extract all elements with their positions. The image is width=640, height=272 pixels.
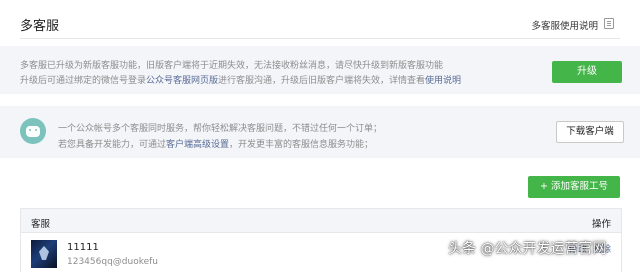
- notice-text-line1: 多客服已升级为新版客服功能，旧版客户端将于近期失效，无法接收粉丝消息，请尽快升级…: [20, 61, 444, 71]
- robot-face-icon: [26, 126, 40, 137]
- upgrade-notice: 多客服已升级为新版客服功能，旧版客户端将于近期失效，无法接收粉丝消息，请尽快升级…: [0, 46, 640, 94]
- watermark: 头条 @公众开发运营官网: [448, 241, 607, 257]
- notice-text-line2: 升级后可通过绑定的微信号登录公众号客服网页版进行客服沟通，升级后旧版客户端将失效…: [20, 73, 461, 86]
- usage-instructions-link[interactable]: 使用说明: [425, 76, 461, 86]
- column-header-actions: 操作: [591, 219, 611, 230]
- add-agent-button[interactable]: + 添加客服工号: [528, 176, 620, 198]
- column-header-agent: 客服: [31, 219, 51, 230]
- notice-text-middle: 进行客服沟通，升级后旧版客户端将失效，详情查看: [218, 76, 426, 86]
- header-divider: [20, 38, 620, 39]
- promo-text-line1: 一个公众帐号多个客服同时服务，帮你轻松解决客服问题，不错过任何一个订单；: [58, 124, 383, 134]
- agent-account: 123456qq@duokefu: [67, 257, 159, 267]
- web-customer-service-link[interactable]: 公众号客服网页版: [146, 76, 218, 86]
- customer-service-robot-icon: [20, 118, 46, 144]
- page-title: 多客服: [20, 19, 60, 34]
- agent-name: 11111: [67, 242, 99, 253]
- client-advanced-settings-link[interactable]: 客户端高级设置: [166, 140, 229, 150]
- promo-text-line2: 若您具备开发能力，可通过客户端高级设置，开发更丰富的客服信息服务功能；: [58, 137, 373, 150]
- page-header: 多客服 多客服使用说明: [0, 0, 640, 46]
- promo-text-suffix: ，开发更丰富的客服信息服务功能；: [229, 140, 374, 150]
- promo-text-prefix: 若您具备开发能力，可通过: [58, 140, 167, 150]
- feature-intro-panel: 一个公众帐号多个客服同时服务，帮你轻松解决客服问题，不错过任何一个订单； 若您具…: [0, 106, 640, 158]
- agent-avatar: [31, 240, 57, 268]
- upgrade-button[interactable]: 升级: [552, 61, 622, 83]
- download-client-button[interactable]: 下载客户端: [556, 121, 624, 143]
- document-icon[interactable]: [604, 18, 614, 29]
- table-header: 客服 操作: [21, 209, 621, 233]
- usage-guide-link[interactable]: 多客服使用说明: [531, 18, 598, 32]
- notice-text-prefix: 升级后可通过绑定的微信号登录: [20, 76, 147, 86]
